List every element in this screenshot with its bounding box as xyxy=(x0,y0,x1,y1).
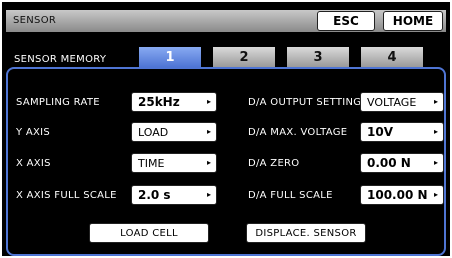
memory-tab-4[interactable]: 4 xyxy=(361,47,423,67)
chevron-right-icon: ▸ xyxy=(433,190,438,199)
da-full-scale-label: D/A FULL SCALE xyxy=(248,190,333,201)
x-axis-label: X AXIS xyxy=(16,158,51,169)
sensor-memory-label: SENSOR MEMORY xyxy=(14,54,107,65)
header-bar: SENSOR ESC HOME xyxy=(6,10,446,32)
da-zero-select[interactable]: 0.00 N ▸ xyxy=(360,153,444,173)
memory-tab-1[interactable]: 1 xyxy=(139,47,201,67)
da-full-scale-select[interactable]: 100.00 N ▸ xyxy=(360,185,444,205)
da-output-setting-label: D/A OUTPUT SETTING xyxy=(248,97,362,108)
memory-tab-2[interactable]: 2 xyxy=(213,47,275,67)
esc-button[interactable]: ESC xyxy=(317,11,375,31)
load-cell-button[interactable]: LOAD CELL xyxy=(89,223,209,243)
y-axis-label: Y AXIS xyxy=(16,127,51,138)
da-max-voltage-label: D/A MAX. VOLTAGE xyxy=(248,127,348,138)
y-axis-select[interactable]: LOAD ▸ xyxy=(131,122,217,142)
y-axis-value: LOAD xyxy=(138,126,169,139)
chevron-right-icon: ▸ xyxy=(433,127,438,136)
home-button[interactable]: HOME xyxy=(383,11,443,31)
sampling-rate-label: SAMPLING RATE xyxy=(16,97,100,108)
da-max-voltage-value: 10V xyxy=(367,125,393,139)
chevron-right-icon: ▸ xyxy=(206,127,211,136)
da-max-voltage-select[interactable]: 10V ▸ xyxy=(360,122,444,142)
da-full-scale-value: 100.00 N xyxy=(367,188,428,202)
chevron-right-icon: ▸ xyxy=(433,158,438,167)
sensor-screen: SENSOR ESC HOME SENSOR MEMORY 1 2 3 4 SA… xyxy=(2,2,450,256)
da-zero-value: 0.00 N xyxy=(367,156,411,170)
x-axis-value: TIME xyxy=(138,157,165,170)
da-output-setting-value: VOLTAGE xyxy=(367,96,417,109)
memory-tab-3[interactable]: 3 xyxy=(287,47,349,67)
chevron-right-icon: ▸ xyxy=(206,158,211,167)
sampling-rate-select[interactable]: 25kHz ▸ xyxy=(131,92,217,112)
screen-title: SENSOR xyxy=(13,15,57,26)
da-output-setting-select[interactable]: VOLTAGE ▸ xyxy=(360,92,444,112)
x-axis-select[interactable]: TIME ▸ xyxy=(131,153,217,173)
displace-sensor-button[interactable]: DISPLACE. SENSOR xyxy=(246,223,366,243)
da-zero-label: D/A ZERO xyxy=(248,158,300,169)
chevron-right-icon: ▸ xyxy=(206,190,211,199)
settings-panel: SAMPLING RATE 25kHz ▸ Y AXIS LOAD ▸ X AX… xyxy=(6,67,446,256)
chevron-right-icon: ▸ xyxy=(433,97,438,106)
x-axis-full-scale-value: 2.0 s xyxy=(138,188,171,202)
chevron-right-icon: ▸ xyxy=(206,97,211,106)
x-axis-full-scale-label: X AXIS FULL SCALE xyxy=(16,190,117,201)
sampling-rate-value: 25kHz xyxy=(138,95,180,109)
x-axis-full-scale-select[interactable]: 2.0 s ▸ xyxy=(131,185,217,205)
